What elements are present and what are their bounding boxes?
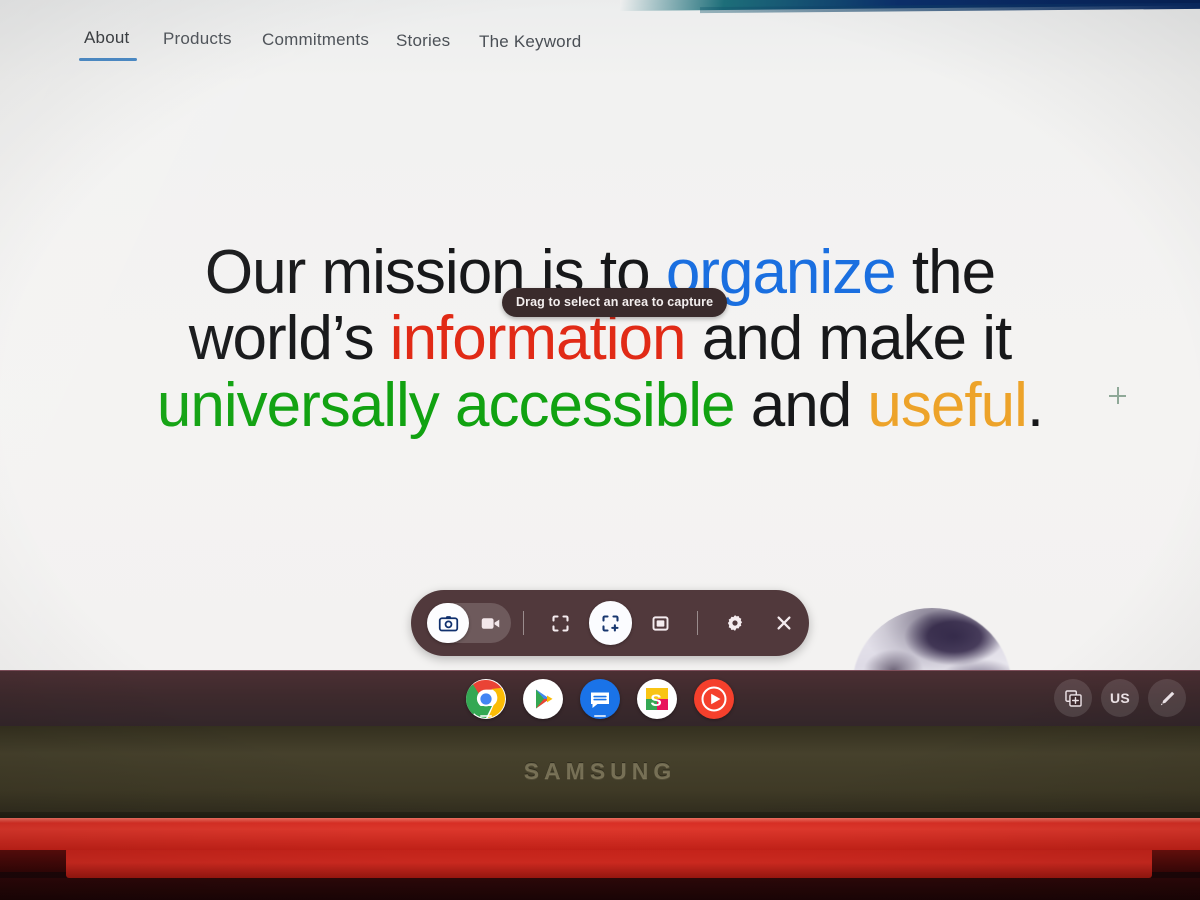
page-headline: Our mission is to organize the world’s i… <box>0 238 1200 440</box>
monitor-bezel: SAMSUNG <box>0 726 1200 818</box>
headline-word-universally: universally <box>156 370 456 440</box>
laptop-lid-edge <box>0 818 1200 850</box>
fullscreen-capture-button[interactable] <box>539 601 583 645</box>
laptop-in-foreground <box>0 818 1200 900</box>
chrome-icon <box>466 679 505 719</box>
nav-item-commitments[interactable]: Commitments <box>262 30 369 50</box>
headline-seg: world’s <box>188 304 390 374</box>
capture-mode-toggle[interactable] <box>427 603 511 643</box>
monitor-screen: About Products Commitments Stories The K… <box>0 0 1200 670</box>
nav-item-the-keyword[interactable]: The Keyword <box>479 32 581 52</box>
screenshot-mode-button[interactable] <box>427 603 469 643</box>
stylus-icon <box>1160 691 1174 705</box>
laptop-lid-highlight <box>0 818 1200 823</box>
laptop-base <box>0 878 1200 900</box>
shelf-running-indicator <box>594 715 606 717</box>
globe-photo-shading <box>852 608 1012 670</box>
nav-active-underline <box>79 58 137 61</box>
gear-icon <box>727 615 742 631</box>
headline-seg: the <box>895 238 996 307</box>
svg-text:S: S <box>650 691 661 710</box>
screen-capture-tray-button[interactable] <box>1054 679 1092 717</box>
headline-seg: and make it <box>685 304 1013 374</box>
shelf-app-play-store[interactable] <box>523 679 563 719</box>
crosshair-cursor <box>1109 387 1126 404</box>
laptop-left-gap <box>0 850 66 872</box>
headline-seg: . <box>1026 370 1044 440</box>
chromeos-shelf: S US <box>0 670 1200 726</box>
play-store-icon <box>524 680 562 718</box>
window-icon <box>652 615 668 631</box>
shelf-app-youtube-music[interactable] <box>694 679 734 719</box>
screen-capture-icon <box>1064 689 1082 707</box>
toolbar-separator-2 <box>696 611 698 635</box>
keyboard-layout-tray-button[interactable]: US <box>1101 679 1139 717</box>
system-tray: US <box>1054 679 1186 717</box>
stylus-tray-button[interactable] <box>1148 679 1186 717</box>
shelf-app-messages[interactable] <box>580 679 620 719</box>
partial-capture-button[interactable] <box>588 601 633 645</box>
fullscreen-icon <box>552 614 569 632</box>
capture-settings-button[interactable] <box>713 601 757 645</box>
nav-item-products[interactable]: Products <box>163 29 232 49</box>
headline-seg: and <box>734 370 868 440</box>
monitor-brand-logo: SAMSUNG <box>523 758 677 784</box>
partial-capture-icon <box>602 614 619 632</box>
capture-tooltip: Drag to select an area to capture <box>502 288 728 317</box>
shelf-app-chrome[interactable] <box>466 679 506 719</box>
close-icon <box>777 616 791 630</box>
messages-icon <box>581 680 619 718</box>
nav-item-stories[interactable]: Stories <box>396 31 450 51</box>
site-navigation: About Products Commitments Stories The K… <box>0 8 1200 64</box>
youtube-music-icon <box>695 680 733 718</box>
browser-page-content: About Products Commitments Stories The K… <box>0 0 1200 670</box>
headline-line-3: universally accessible and useful. <box>0 370 1200 440</box>
toolbar-separator-1 <box>523 611 524 635</box>
shelf-app-s[interactable]: S <box>637 679 677 719</box>
shelf-running-indicator <box>480 715 492 717</box>
close-capture-button[interactable] <box>762 601 806 645</box>
nav-item-about[interactable]: About <box>84 28 129 48</box>
headline-word-accessible: accessible <box>455 370 735 440</box>
window-capture-button[interactable] <box>638 601 682 645</box>
screen-capture-toolbar <box>411 590 809 656</box>
video-camera-icon <box>481 617 499 629</box>
laptop-hinge-band <box>66 850 1152 878</box>
s-app-icon: S <box>638 680 676 718</box>
screen-record-mode-button[interactable] <box>469 603 511 643</box>
laptop-right-gap <box>1152 850 1200 872</box>
headline-word-useful: useful <box>867 370 1027 440</box>
camera-icon <box>438 615 458 631</box>
shelf-app-list: S <box>0 671 1200 727</box>
